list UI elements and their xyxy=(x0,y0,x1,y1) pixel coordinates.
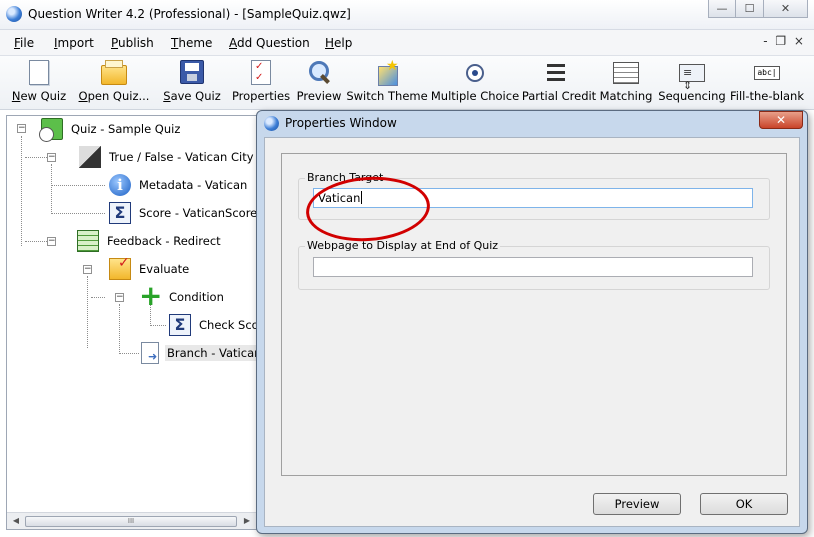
tree-node-feedback[interactable]: Feedback - Redirect xyxy=(77,230,223,252)
save-quiz-button[interactable]: Save Quiz xyxy=(163,60,221,103)
tree-node-true-false[interactable]: True / False - Vatican City is ent xyxy=(79,146,257,168)
mdi-controls[interactable]: - ❐ × xyxy=(763,34,806,48)
tree-node-branch[interactable]: Branch - Vatican xyxy=(141,342,257,364)
tree-horizontal-scrollbar[interactable]: ◀ III ▶ xyxy=(7,512,257,529)
properties-button[interactable]: Properties xyxy=(232,60,290,103)
new-quiz-button[interactable]: New Quiz xyxy=(12,60,66,103)
end-webpage-group: Webpage to Display at End of Quiz xyxy=(298,239,770,290)
open-folder-icon xyxy=(101,65,127,85)
menu-help[interactable]: Help xyxy=(325,36,352,50)
true-false-icon xyxy=(79,146,101,168)
quiz-clock-icon xyxy=(39,118,63,142)
preview-button[interactable]: Preview xyxy=(593,493,681,515)
end-webpage-input[interactable] xyxy=(313,257,753,277)
tree-collapse-true-false[interactable]: − xyxy=(47,153,56,162)
title-bar: Question Writer 4.2 (Professional) - [Sa… xyxy=(0,0,814,30)
tree-collapse-evaluate[interactable]: − xyxy=(83,265,92,274)
branch-target-input[interactable]: Vatican xyxy=(313,188,753,208)
close-button[interactable]: ✕ xyxy=(764,0,808,18)
plus-icon: + xyxy=(139,279,163,312)
tree-collapse-quiz[interactable]: − xyxy=(17,124,26,133)
info-icon: i xyxy=(109,174,131,196)
menu-file[interactable]: File xyxy=(14,36,34,50)
open-quiz-button[interactable]: Open Quiz... xyxy=(79,60,149,103)
properties-icon xyxy=(251,60,271,85)
matching-grid-icon xyxy=(613,62,639,84)
tree-collapse-feedback[interactable]: − xyxy=(47,237,56,246)
partial-credit-button[interactable]: Partial Credit xyxy=(522,60,596,103)
magic-wand-icon xyxy=(374,58,400,86)
menu-import[interactable]: Import xyxy=(54,36,94,50)
tree-node-score[interactable]: Σ Score - VaticanScore xyxy=(109,202,257,224)
tree-node-quiz[interactable]: Quiz - Sample Quiz xyxy=(39,118,182,142)
maximize-button[interactable]: ☐ xyxy=(736,0,764,18)
switch-theme-button[interactable]: Switch Theme xyxy=(346,58,427,103)
properties-panel: Branch Target Vatican Webpage to Display… xyxy=(281,153,787,476)
tree-node-condition[interactable]: + Condition xyxy=(139,279,226,312)
properties-window-title: Properties Window xyxy=(285,116,397,130)
menu-add-question[interactable]: Add Question xyxy=(229,36,310,50)
window-title: Question Writer 4.2 (Professional) - [Sa… xyxy=(28,7,351,21)
feedback-icon xyxy=(77,230,99,252)
window-controls: — ☐ ✕ xyxy=(708,0,808,18)
magnifier-icon xyxy=(307,60,331,84)
sigma-icon: Σ xyxy=(169,314,191,336)
branch-target-label: Branch Target xyxy=(305,171,386,184)
menu-publish[interactable]: Publish xyxy=(111,36,154,50)
save-disk-icon xyxy=(180,60,204,84)
branch-icon xyxy=(141,342,159,364)
minimize-button[interactable]: — xyxy=(708,0,736,18)
matching-button[interactable]: Matching xyxy=(600,60,652,103)
fill-the-blank-button[interactable]: abc| Fill-the-blank xyxy=(730,60,804,103)
radio-button-icon xyxy=(466,64,484,82)
app-globe-icon xyxy=(6,6,22,22)
tree-node-check-score[interactable]: Σ Check Scor xyxy=(169,314,257,336)
ok-button[interactable]: OK xyxy=(700,493,788,515)
new-page-icon xyxy=(29,60,49,85)
menu-theme[interactable]: Theme xyxy=(171,36,212,50)
end-webpage-label: Webpage to Display at End of Quiz xyxy=(305,239,501,252)
partial-credit-icon xyxy=(547,62,571,84)
tree-collapse-condition[interactable]: − xyxy=(115,293,124,302)
sequencing-icon xyxy=(679,64,705,92)
multiple-choice-button[interactable]: Multiple Choice xyxy=(431,60,519,103)
quiz-tree[interactable]: − − − − − Quiz - Sample Quiz True / Fals… xyxy=(6,115,258,530)
tree-node-metadata[interactable]: i Metadata - Vatican xyxy=(109,174,249,196)
tree-node-evaluate[interactable]: Evaluate xyxy=(109,255,191,280)
properties-close-button[interactable]: ✕ xyxy=(759,111,803,129)
scroll-thumb[interactable]: III xyxy=(25,516,237,527)
sigma-icon: Σ xyxy=(109,202,131,224)
fill-blank-icon: abc| xyxy=(754,66,780,80)
properties-globe-icon xyxy=(264,116,279,131)
toolbar: New Quiz Open Quiz... Save Quiz Properti… xyxy=(0,56,814,110)
menu-bar: File Import Publish Theme Add Question H… xyxy=(0,30,814,56)
preview-toolbar-button[interactable]: Preview xyxy=(297,60,341,103)
branch-target-group: Branch Target Vatican xyxy=(298,171,770,220)
sequencing-button[interactable]: Sequencing xyxy=(658,60,726,103)
evaluate-folder-icon xyxy=(109,255,131,280)
scroll-left-arrow[interactable]: ◀ xyxy=(10,515,22,527)
properties-client-area: Branch Target Vatican Webpage to Display… xyxy=(264,137,800,527)
properties-window: Properties Window ✕ Branch Target Vatica… xyxy=(256,110,808,534)
scroll-right-arrow[interactable]: ▶ xyxy=(241,515,253,527)
